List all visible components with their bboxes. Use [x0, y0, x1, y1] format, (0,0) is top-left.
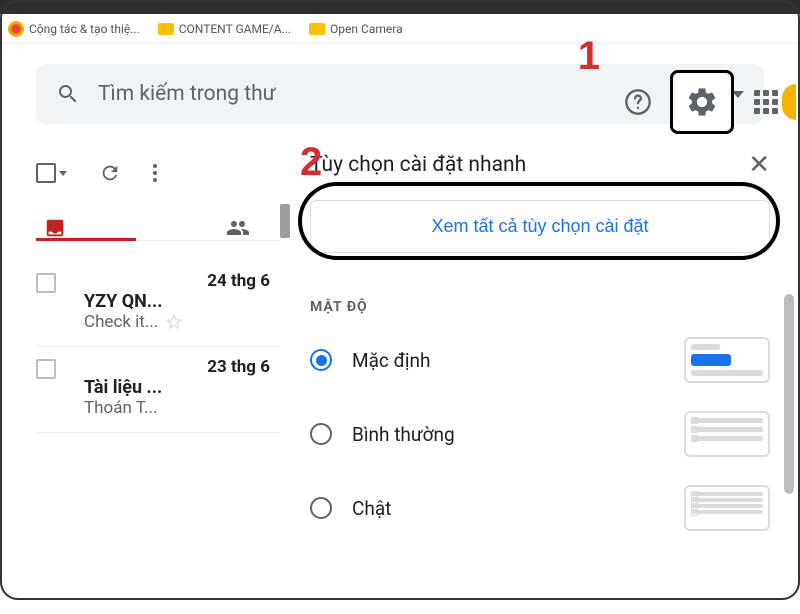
bookmarks-bar: Cộng tác & tạo thiệ... CONTENT GAME/A...… — [0, 14, 800, 44]
density-option-compact[interactable]: Chật — [310, 485, 770, 531]
more-menu-button[interactable] — [153, 164, 157, 182]
bookmark-brand-icon — [8, 21, 24, 37]
panel-divider[interactable] — [280, 144, 290, 614]
email-subject: Thoán T... — [84, 398, 280, 418]
bookmark-label: CONTENT GAME/A... — [179, 22, 291, 36]
email-list: 24 thg 6 YZY QN... Check it... 23 thg 6 … — [36, 241, 280, 433]
email-date: 23 thg 6 — [84, 357, 280, 377]
avatar[interactable] — [782, 84, 796, 120]
apps-icon — [754, 90, 778, 114]
density-option-comfortable[interactable]: Bình thường — [310, 411, 770, 457]
refresh-button[interactable] — [99, 162, 121, 184]
annotation-number-1: 1 — [578, 34, 600, 79]
density-preview-icon — [684, 337, 770, 383]
email-checkbox[interactable] — [36, 359, 56, 379]
bookmark-item[interactable]: CONTENT GAME/A... — [158, 22, 291, 36]
tab-inbox[interactable] — [44, 217, 66, 239]
tab-social[interactable] — [226, 216, 250, 240]
gear-icon — [685, 85, 719, 119]
tab-indicator — [36, 238, 136, 241]
bookmark-label: Cộng tác & tạo thiệ... — [29, 22, 140, 36]
category-tabs — [36, 202, 280, 241]
annotation-number-2: 2 — [300, 140, 322, 185]
density-preview-icon — [684, 411, 770, 457]
chevron-down-icon — [59, 171, 67, 176]
scrollbar[interactable] — [784, 294, 794, 494]
density-option-default[interactable]: Mặc định — [310, 337, 770, 383]
mail-list-column: 24 thg 6 YZY QN... Check it... 23 thg 6 … — [0, 144, 280, 614]
bookmark-item[interactable]: Cộng tác & tạo thiệ... — [8, 21, 140, 37]
density-option-label: Mặc định — [352, 349, 431, 372]
density-option-label: Bình thường — [352, 423, 455, 446]
density-option-label: Chật — [352, 497, 391, 520]
email-date: 24 thg 6 — [84, 271, 280, 291]
folder-icon — [158, 23, 174, 35]
bookmark-label: Open Camera — [330, 22, 403, 36]
folder-icon — [309, 23, 325, 35]
star-icon[interactable] — [164, 312, 184, 332]
settings-button[interactable] — [670, 70, 734, 134]
help-icon — [624, 88, 652, 116]
select-all-checkbox[interactable] — [36, 163, 67, 183]
radio-selected-icon — [310, 349, 332, 371]
quick-settings-panel: Tùy chọn cài đặt nhanh ✕ Xem tất cả tùy … — [290, 144, 800, 614]
close-button[interactable]: ✕ — [748, 150, 770, 180]
email-subject: Check it... — [84, 312, 280, 332]
email-sender: Tài liệu ... — [84, 377, 280, 398]
density-section-label: MẬT ĐỘ — [310, 299, 770, 315]
density-preview-icon — [684, 485, 770, 531]
email-row[interactable]: 24 thg 6 YZY QN... Check it... — [36, 261, 280, 347]
bookmark-item[interactable]: Open Camera — [309, 22, 403, 36]
checkbox-icon — [36, 163, 56, 183]
radio-icon — [310, 423, 332, 445]
search-icon — [56, 82, 80, 106]
email-sender: YZY QN... — [84, 291, 280, 312]
radio-icon — [310, 497, 332, 519]
panel-title: Tùy chọn cài đặt nhanh — [310, 153, 526, 177]
apps-button[interactable] — [752, 88, 780, 116]
browser-chrome-top — [0, 0, 800, 14]
drag-handle-icon — [280, 204, 290, 238]
help-button[interactable] — [624, 88, 652, 116]
email-checkbox[interactable] — [36, 273, 56, 293]
list-toolbar — [36, 154, 280, 202]
email-row[interactable]: 23 thg 6 Tài liệu ... Thoán T... — [36, 347, 280, 433]
see-all-settings-button[interactable]: Xem tất cả tùy chọn cài đặt — [310, 200, 770, 253]
header-actions — [624, 70, 780, 134]
